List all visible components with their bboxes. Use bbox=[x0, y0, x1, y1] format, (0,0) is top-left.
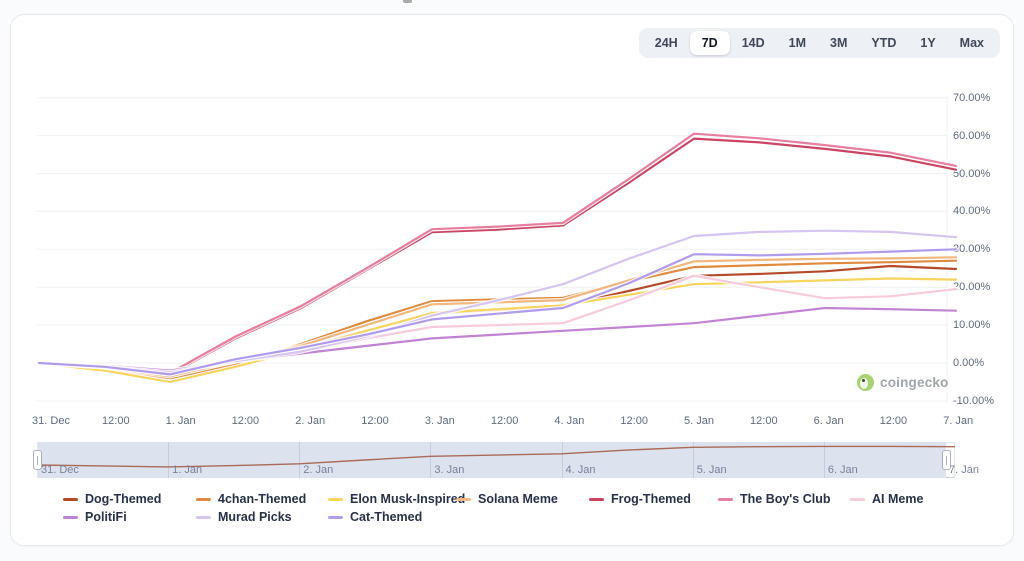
series-halo-elon-musk-inspired bbox=[39, 279, 956, 382]
series-halo-solana-meme bbox=[39, 257, 956, 376]
legend-label: Cat-Themed bbox=[350, 510, 422, 525]
legend-dash-icon bbox=[328, 498, 343, 501]
navigator-left-handle[interactable] bbox=[33, 450, 42, 470]
legend-item-frog-themed[interactable]: Frog-Themed bbox=[589, 492, 691, 507]
series-halo-4chan-themed bbox=[39, 261, 956, 379]
legend-label: AI Meme bbox=[872, 492, 923, 507]
navigator-label: 5. Jan bbox=[697, 464, 727, 476]
navigator-label: 1. Jan bbox=[172, 464, 202, 476]
legend-item-murad-picks[interactable]: Murad Picks bbox=[196, 510, 292, 525]
legend-dash-icon bbox=[850, 498, 865, 501]
legend-dash-icon bbox=[196, 516, 211, 519]
watermark-label: coingecko bbox=[880, 375, 949, 390]
legend-label: Elon Musk-Inspired bbox=[350, 492, 465, 507]
legend-label: Dog-Themed bbox=[85, 492, 161, 507]
legend-item-4chan-themed[interactable]: 4chan-Themed bbox=[196, 492, 306, 507]
navigator-label: 2. Jan bbox=[303, 464, 333, 476]
legend-item-cat-themed[interactable]: Cat-Themed bbox=[328, 510, 422, 525]
legend-dash-icon bbox=[63, 516, 78, 519]
navigator-label: 4. Jan bbox=[566, 464, 596, 476]
legend-dash-icon bbox=[328, 516, 343, 519]
legend-item-the-boy-s-club[interactable]: The Boy's Club bbox=[718, 492, 830, 507]
chart-card: 24H7D14D1M3MYTD1YMax 70.00%60.00%50.00%4… bbox=[10, 14, 1014, 546]
legend-dash-icon bbox=[63, 498, 78, 501]
legend-dash-icon bbox=[589, 498, 604, 501]
coingecko-gecko-icon bbox=[857, 374, 874, 391]
navigator-label: 7. Jan bbox=[949, 464, 979, 476]
series-line-elon-musk-inspired[interactable] bbox=[39, 279, 956, 382]
legend-label: PolitiFi bbox=[85, 510, 127, 525]
legend-dash-icon bbox=[196, 498, 211, 501]
chart-plot[interactable] bbox=[11, 15, 1015, 547]
legend-item-politifi[interactable]: PolitiFi bbox=[63, 510, 127, 525]
series-halo-cat-themed bbox=[39, 249, 956, 374]
legend-dash-icon bbox=[456, 498, 471, 501]
series-line-4chan-themed[interactable] bbox=[39, 261, 956, 379]
series-line-politifi[interactable] bbox=[39, 308, 956, 371]
coingecko-watermark: coingecko bbox=[857, 374, 949, 391]
legend-item-ai-meme[interactable]: AI Meme bbox=[850, 492, 923, 507]
cropped-page-title-fragment bbox=[403, 0, 412, 3]
navigator-label: 31. Dec bbox=[41, 464, 79, 476]
series-halo-politifi bbox=[39, 308, 956, 371]
legend-label: Frog-Themed bbox=[611, 492, 691, 507]
legend-dash-icon bbox=[718, 498, 733, 501]
legend-item-dog-themed[interactable]: Dog-Themed bbox=[63, 492, 161, 507]
navigator-label: 6. Jan bbox=[828, 464, 858, 476]
legend-label: The Boy's Club bbox=[740, 492, 830, 507]
navigator-right-handle[interactable] bbox=[942, 450, 951, 470]
series-line-ai-meme[interactable] bbox=[39, 276, 956, 373]
legend-item-elon-musk-inspired[interactable]: Elon Musk-Inspired bbox=[328, 492, 465, 507]
legend-label: Murad Picks bbox=[218, 510, 292, 525]
legend-label: 4chan-Themed bbox=[218, 492, 306, 507]
series-line-solana-meme[interactable] bbox=[39, 257, 956, 376]
legend-label: Solana Meme bbox=[478, 492, 558, 507]
legend-item-solana-meme[interactable]: Solana Meme bbox=[456, 492, 558, 507]
navigator-label: 3. Jan bbox=[434, 464, 464, 476]
